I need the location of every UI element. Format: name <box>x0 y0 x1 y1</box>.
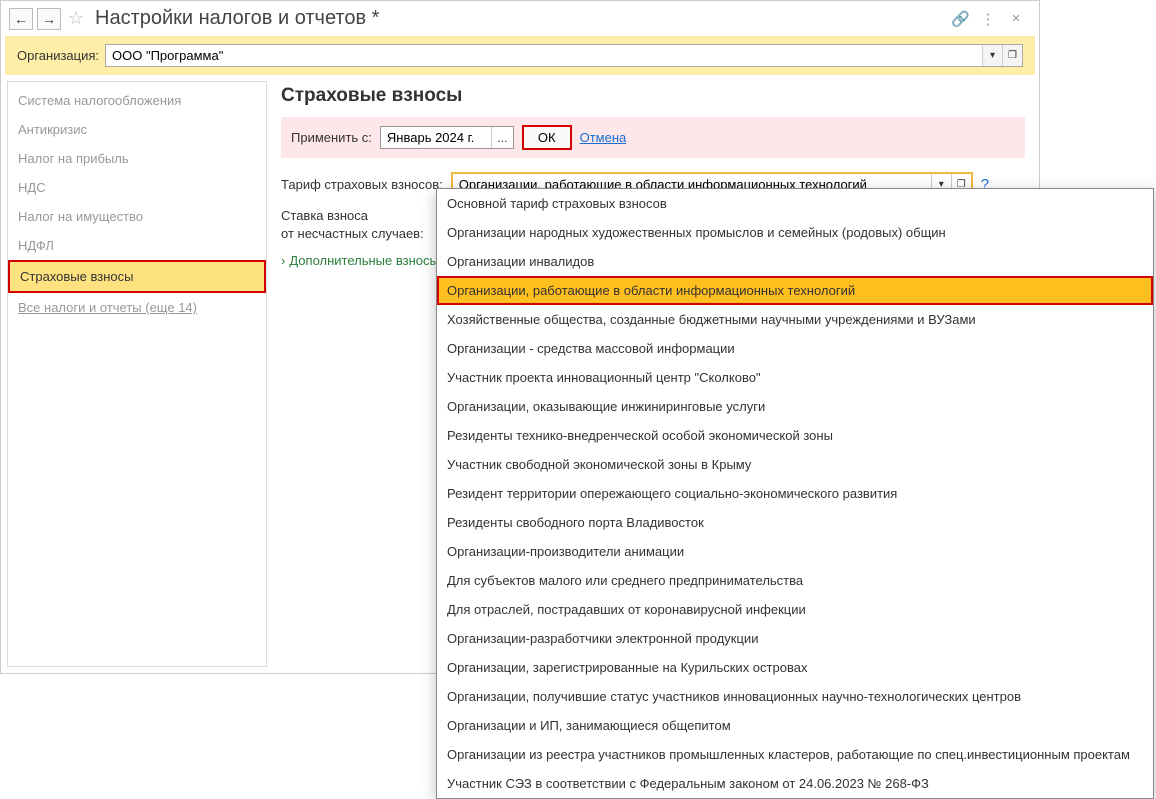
organization-row: Организация: ▾ ❐ <box>5 36 1035 75</box>
dropdown-option[interactable]: Участник СЭЗ в соответствии с Федеральны… <box>437 769 1153 798</box>
dropdown-option[interactable]: Организации - средства массовой информац… <box>437 334 1153 363</box>
dropdown-option[interactable]: Хозяйственные общества, созданные бюджет… <box>437 305 1153 334</box>
apply-from-row: Применить с: ... ОК Отмена <box>281 117 1025 158</box>
sidebar-item-ndfl[interactable]: НДФЛ <box>8 231 266 260</box>
dropdown-option[interactable]: Резиденты технико-внедренческой особой э… <box>437 421 1153 450</box>
forward-button[interactable]: → <box>37 8 61 30</box>
apply-from-label: Применить с: <box>291 130 372 145</box>
dropdown-option[interactable]: Организации-производители анимации <box>437 537 1153 566</box>
dropdown-option[interactable]: Организации, получившие статус участнико… <box>437 682 1153 711</box>
sidebar-item-profit-tax[interactable]: Налог на прибыль <box>8 144 266 173</box>
sidebar-item-vat[interactable]: НДС <box>8 173 266 202</box>
dropdown-option[interactable]: Для субъектов малого или среднего предпр… <box>437 566 1153 595</box>
dropdown-option[interactable]: Для отраслей, пострадавших от коронавиру… <box>437 595 1153 624</box>
apply-from-picker-icon[interactable]: ... <box>491 127 513 148</box>
sidebar-item-tax-system[interactable]: Система налогообложения <box>8 86 266 115</box>
favorite-icon[interactable]: ☆ <box>65 8 87 30</box>
tariff-label: Тариф страховых взносов: <box>281 177 443 192</box>
sidebar-all-taxes-link[interactable]: Все налоги и отчеты (еще 14) <box>8 293 266 322</box>
dropdown-option[interactable]: Организации из реестра участников промыш… <box>437 740 1153 769</box>
dropdown-option[interactable]: Участник свободной экономической зоны в … <box>437 450 1153 479</box>
sidebar-item-property-tax[interactable]: Налог на имущество <box>8 202 266 231</box>
dropdown-option[interactable]: Организации и ИП, занимающиеся общепитом <box>437 711 1153 740</box>
dropdown-option[interactable]: Организации, зарегистрированные на Курил… <box>437 653 1153 682</box>
content-title: Страховые взносы <box>281 85 1025 107</box>
dropdown-option[interactable]: Резиденты свободного порта Владивосток <box>437 508 1153 537</box>
dropdown-option[interactable]: Организации народных художественных пром… <box>437 218 1153 247</box>
ok-button[interactable]: ОК <box>522 125 572 150</box>
organization-open-icon[interactable]: ❐ <box>1002 45 1022 66</box>
dropdown-option[interactable]: Организации инвалидов <box>437 247 1153 276</box>
dropdown-option[interactable]: Организации, работающие в области информ… <box>437 276 1153 305</box>
chevron-right-icon: › <box>281 253 285 268</box>
dropdown-option[interactable]: Организации, оказывающие инжиниринговые … <box>437 392 1153 421</box>
cancel-link[interactable]: Отмена <box>580 130 627 145</box>
link-icon[interactable]: 🔗 <box>951 10 969 28</box>
page-title: Настройки налогов и отчетов * <box>95 7 947 30</box>
dropdown-option[interactable]: Основной тариф страховых взносов <box>437 189 1153 218</box>
sidebar-item-anticrisis[interactable]: Антикризис <box>8 115 266 144</box>
more-icon[interactable]: ⋮ <box>979 10 997 28</box>
organization-label: Организация: <box>17 48 99 63</box>
close-icon[interactable]: × <box>1007 10 1025 28</box>
organization-input[interactable] <box>106 45 982 66</box>
sidebar: Система налогообложения Антикризис Налог… <box>7 81 267 667</box>
tariff-dropdown: Основной тариф страховых взносовОрганиза… <box>436 188 1154 799</box>
dropdown-option[interactable]: Резидент территории опережающего социаль… <box>437 479 1153 508</box>
organization-dropdown-icon[interactable]: ▾ <box>982 45 1002 66</box>
back-button[interactable]: ← <box>9 8 33 30</box>
sidebar-item-insurance[interactable]: Страховые взносы <box>8 260 266 293</box>
dropdown-option[interactable]: Участник проекта инновационный центр "Ск… <box>437 363 1153 392</box>
dropdown-option[interactable]: Организации-разработчики электронной про… <box>437 624 1153 653</box>
window-header: ← → ☆ Настройки налогов и отчетов * 🔗 ⋮ … <box>1 1 1039 36</box>
organization-input-wrap: ▾ ❐ <box>105 44 1023 67</box>
apply-from-input[interactable] <box>381 127 491 148</box>
